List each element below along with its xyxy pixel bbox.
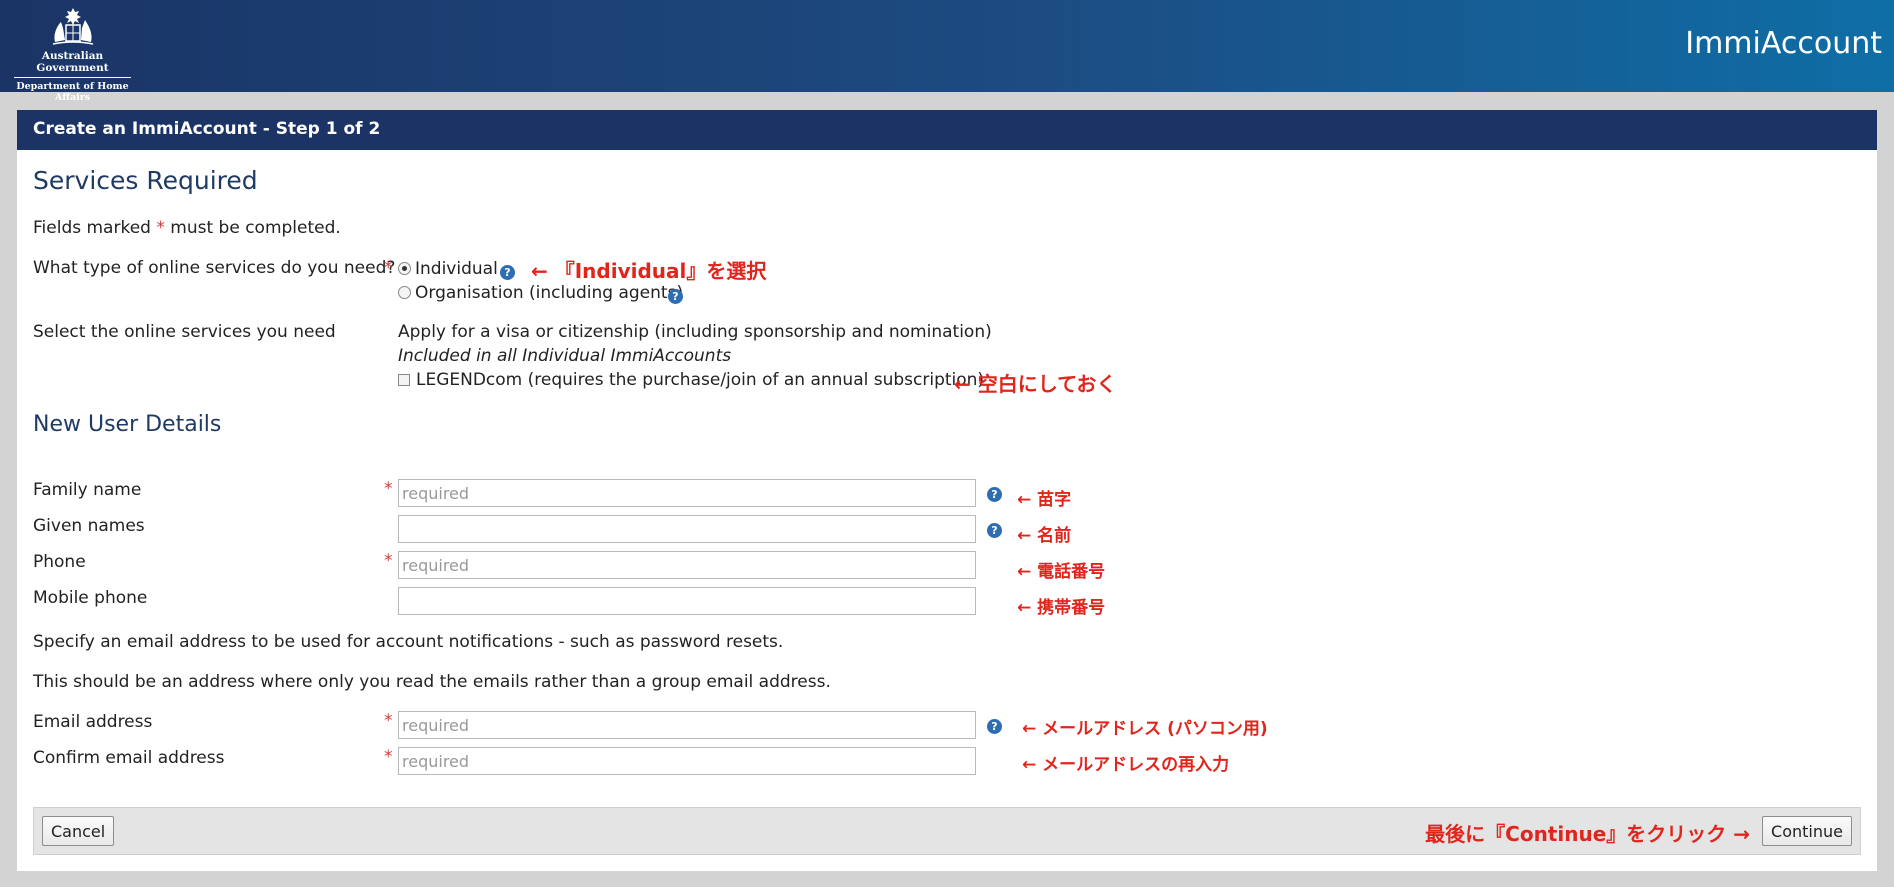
annotation-phone: ← 電話番号 xyxy=(1017,562,1106,582)
radio-individual[interactable]: Individual xyxy=(398,259,498,279)
user-details-heading: New User Details xyxy=(33,412,222,437)
annotation-legend: ← 空白にしておく xyxy=(954,372,1117,396)
annotation-continue: 最後に『Continue』をクリック → xyxy=(1425,822,1750,846)
annotation-individual: ← 『Individual』を選択 xyxy=(531,259,767,283)
help-icon[interactable]: ? xyxy=(987,487,1002,502)
confirm-email-input[interactable] xyxy=(398,747,976,775)
family-name-required-asterisk: * xyxy=(384,479,393,499)
logo-government-text: Australian Government xyxy=(36,50,109,74)
note-text-pre: Fields marked xyxy=(33,218,151,238)
email-note-1: Specify an email address to be used for … xyxy=(33,632,784,652)
annotation-mobile: ← 携帯番号 xyxy=(1017,598,1106,618)
included-note: Included in all Individual ImmiAccounts xyxy=(398,346,732,366)
phone-required-asterisk: * xyxy=(384,551,393,571)
annotation-family-name: ← 苗字 xyxy=(1017,490,1072,510)
given-names-input[interactable] xyxy=(398,515,976,543)
apply-visa-text: Apply for a visa or citizenship (includi… xyxy=(398,322,992,342)
cancel-button[interactable]: Cancel xyxy=(42,816,115,846)
services-heading: Services Required xyxy=(33,166,258,195)
logo-department-text: Department of Home Affairs xyxy=(16,81,129,103)
required-asterisk: * xyxy=(156,218,165,238)
annotation-confirm-email: ← メールアドレスの再入力 xyxy=(1022,755,1230,775)
coat-of-arms-icon xyxy=(52,8,93,45)
legendcom-option[interactable]: LEGENDcom (requires the purchase/join of… xyxy=(398,370,984,390)
family-name-label: Family name xyxy=(33,480,142,500)
app-name: ImmiAccount xyxy=(1685,26,1882,61)
select-services-label: Select the online services you need xyxy=(33,322,336,342)
radio-button[interactable] xyxy=(398,286,411,299)
legendcom-checkbox[interactable] xyxy=(398,374,410,386)
email-note-2: This should be an address where only you… xyxy=(33,672,831,692)
family-name-input[interactable] xyxy=(398,479,976,507)
email-required-asterisk: * xyxy=(384,711,393,731)
radio-organisation[interactable]: Organisation (including agents) xyxy=(398,283,683,303)
annotation-email: ← メールアドレス (パソコン用) xyxy=(1022,719,1268,739)
email-label: Email address xyxy=(33,712,153,732)
panel-title: Create an ImmiAccount - Step 1 of 2 xyxy=(17,110,1877,150)
email-input[interactable] xyxy=(398,711,976,739)
radio-individual-label: Individual xyxy=(415,259,498,279)
confirm-email-required-asterisk: * xyxy=(384,747,393,767)
mobile-phone-input[interactable] xyxy=(398,587,976,615)
given-names-label: Given names xyxy=(33,516,145,536)
radio-organisation-label: Organisation (including agents) xyxy=(415,283,684,303)
mobile-phone-label: Mobile phone xyxy=(33,588,148,608)
help-icon[interactable]: ? xyxy=(987,523,1002,538)
help-icon[interactable]: ? xyxy=(500,265,515,280)
help-icon[interactable]: ? xyxy=(987,719,1002,734)
service-type-label: What type of online services do you need… xyxy=(33,258,396,278)
note-text-post: must be completed. xyxy=(170,218,341,238)
logo-divider xyxy=(14,77,131,78)
phone-input[interactable] xyxy=(398,551,976,579)
registration-panel: Create an ImmiAccount - Step 1 of 2 Serv… xyxy=(17,110,1877,871)
phone-label: Phone xyxy=(33,552,86,572)
top-header: Australian Government Department of Home… xyxy=(0,0,1894,103)
required-fields-note: Fields marked * must be completed. xyxy=(33,218,341,238)
radio-button-selected[interactable] xyxy=(398,262,411,275)
legendcom-label: LEGENDcom (requires the purchase/join of… xyxy=(416,370,985,390)
confirm-email-label: Confirm email address xyxy=(33,748,225,768)
continue-button[interactable]: Continue xyxy=(1762,816,1852,846)
australian-government-logo: Australian Government Department of Home… xyxy=(10,6,135,103)
form-footer: Cancel 最後に『Continue』をクリック → Continue xyxy=(33,807,1861,855)
annotation-given-names: ← 名前 xyxy=(1017,526,1072,546)
service-type-required-asterisk: * xyxy=(384,258,393,278)
help-icon[interactable]: ? xyxy=(668,289,683,304)
